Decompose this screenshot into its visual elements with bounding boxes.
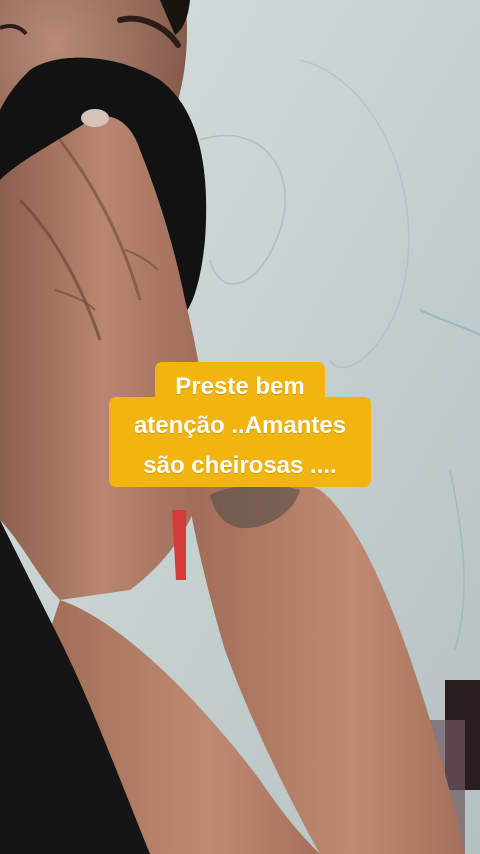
video-frame: Preste bem atenção ..Amantes são cheiros… [0, 0, 480, 854]
video-still-image [0, 0, 480, 854]
fingernail [81, 109, 109, 127]
